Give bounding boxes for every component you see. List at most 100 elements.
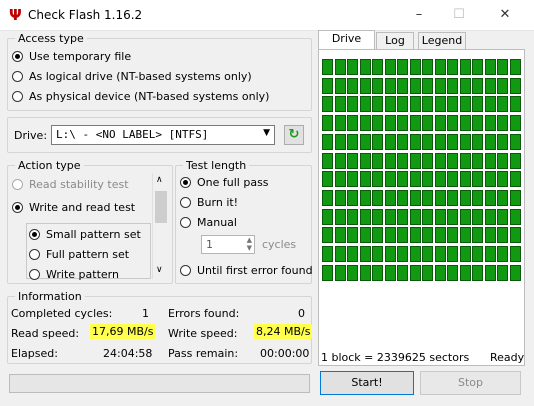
test-length-option-label[interactable]: Until first error found (197, 264, 313, 277)
drive-map-block (497, 189, 508, 206)
drive-map-block (334, 115, 346, 132)
drive-map-block (384, 264, 396, 281)
drive-map-block (434, 189, 446, 206)
drive-map-block (484, 264, 496, 281)
drive-map-block (434, 264, 446, 281)
drive-map-block (372, 189, 383, 206)
action-type-radio-1[interactable] (12, 202, 23, 213)
drive-map-block (459, 208, 471, 225)
drive-map-block (372, 208, 383, 225)
action-type-radio-0[interactable] (12, 179, 23, 190)
cycles-value: 1 (206, 238, 213, 251)
scroll-thumb[interactable] (155, 191, 167, 223)
start-button[interactable]: Start! (320, 371, 414, 395)
pattern-option-label[interactable]: Small pattern set (46, 228, 141, 241)
drive-map-block (359, 264, 371, 281)
drive-map-block (447, 208, 458, 225)
drive-map-block (372, 264, 383, 281)
action-scrollbar[interactable]: ∧ ∨ (152, 173, 169, 279)
drive-map-block (409, 152, 421, 169)
scroll-up-icon[interactable]: ∧ (156, 175, 163, 185)
drive-map-block (334, 264, 346, 281)
drive-map-block (472, 208, 483, 225)
drive-map-block (409, 96, 421, 113)
access-type-option-label[interactable]: Use temporary file (29, 50, 131, 63)
pattern-option-label[interactable]: Full pattern set (46, 248, 129, 261)
drive-map-block (472, 133, 483, 150)
access-type-option-label[interactable]: As physical device (NT-based systems onl… (29, 90, 269, 103)
tab-legend[interactable]: Legend (418, 32, 466, 50)
block-info: 1 block = 2339625 sectors (321, 351, 470, 364)
drive-map-block (384, 208, 396, 225)
spin-arrows-icon[interactable]: ▲ ▼ (247, 236, 252, 252)
cycles-spinner[interactable]: 1 ▲ ▼ (201, 235, 255, 254)
drive-map-block (509, 115, 521, 132)
tab-drive-map[interactable]: Drive map (318, 30, 375, 61)
elapsed-value: 24:04:58 (103, 347, 153, 360)
drive-map-block (497, 96, 508, 113)
drive-map-block (397, 246, 408, 262)
chevron-down-icon[interactable]: ▼ (263, 128, 270, 138)
action-type-option-label[interactable]: Write and read test (29, 201, 135, 214)
stop-button[interactable]: Stop (420, 371, 521, 395)
close-button[interactable]: ✕ (490, 3, 520, 27)
access-type-option-label[interactable]: As logical drive (NT-based systems only) (29, 70, 252, 83)
action-type-option-label[interactable]: Read stability test (29, 178, 129, 191)
drive-map-block (397, 171, 408, 188)
drive-map-block (447, 96, 458, 113)
test-length-radio-2[interactable] (180, 217, 191, 228)
drive-map-block (447, 59, 458, 75)
drive-map-block (322, 115, 333, 132)
test-length-option-label[interactable]: Burn it! (197, 196, 238, 209)
pattern-radio-1[interactable] (29, 249, 40, 260)
drive-map-block (359, 227, 371, 244)
drive-map-block (372, 171, 383, 188)
drive-map-block (334, 77, 346, 94)
scroll-down-icon[interactable]: ∨ (156, 265, 163, 275)
drive-map-block (497, 152, 508, 169)
drive-map-block (322, 59, 333, 75)
drive-map-block (497, 171, 508, 188)
drive-map-block (472, 264, 483, 281)
errors-found-value: 0 (298, 307, 305, 320)
drive-map-block (447, 152, 458, 169)
test-length-option-label[interactable]: One full pass (197, 176, 269, 189)
test-length-option-label[interactable]: Manual (197, 216, 237, 229)
access-type-radio-0[interactable] (12, 51, 23, 62)
drive-map-block (372, 59, 383, 75)
drive-map-block (322, 208, 333, 225)
drive-map-grid (322, 59, 522, 283)
drive-map-block (459, 96, 471, 113)
test-length-radio-0[interactable] (180, 177, 191, 188)
refresh-drives-button[interactable]: ↻ (284, 125, 304, 145)
access-type-radio-1[interactable] (12, 71, 23, 82)
status-text: Ready (490, 351, 525, 364)
drive-map-block (422, 133, 433, 150)
minimize-button[interactable]: – (404, 3, 434, 27)
drive-map-block (334, 133, 346, 150)
access-type-radio-2[interactable] (12, 91, 23, 102)
test-length-radio-1[interactable] (180, 197, 191, 208)
drive-map-block (359, 77, 371, 94)
drive-map-block (359, 189, 371, 206)
pattern-radio-2[interactable] (29, 269, 40, 280)
drive-map-block (334, 246, 346, 262)
pattern-option-label[interactable]: Write pattern (46, 268, 119, 281)
drive-map-block (459, 264, 471, 281)
test-length-radio-3[interactable] (180, 265, 191, 276)
drive-map-block (484, 171, 496, 188)
completed-cycles-label: Completed cycles: (11, 307, 113, 320)
drive-map-block (497, 208, 508, 225)
drive-map-block (447, 171, 458, 188)
maximize-button: ☐ (453, 7, 465, 22)
drive-map-block (497, 227, 508, 244)
drive-map-block (459, 152, 471, 169)
drive-map-block (497, 264, 508, 281)
tab-log[interactable]: Log (376, 32, 414, 50)
drive-map-block (397, 189, 408, 206)
pass-remain-value: 00:00:00 (260, 347, 310, 360)
drive-select[interactable]: L:\ - <NO LABEL> [NTFS] ▼ (51, 125, 275, 145)
usb-app-icon: Ψ (9, 6, 22, 24)
drive-map-block (347, 189, 358, 206)
pattern-radio-0[interactable] (29, 229, 40, 240)
